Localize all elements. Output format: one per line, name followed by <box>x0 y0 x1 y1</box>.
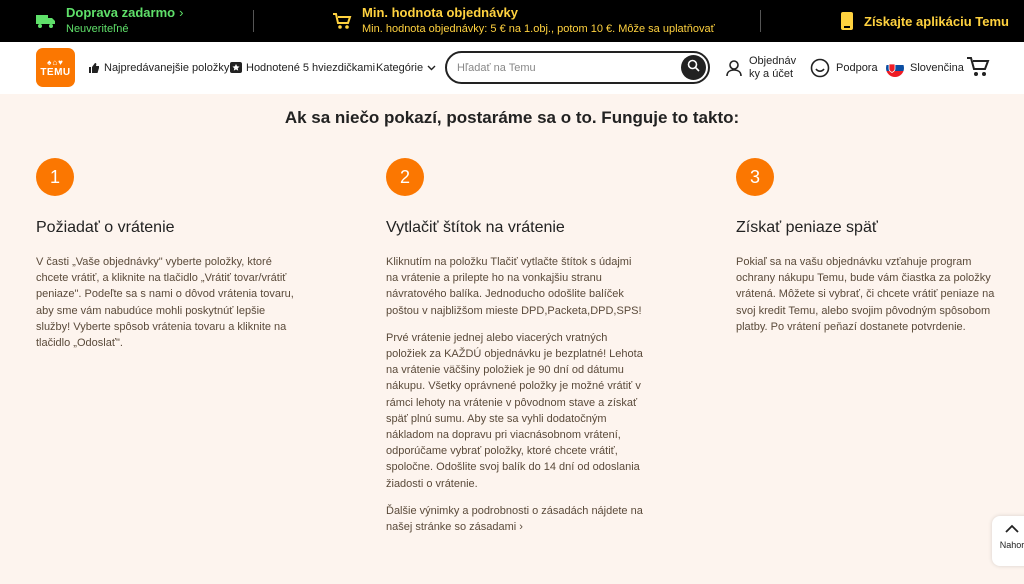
account-line1: Objednáv <box>749 55 797 67</box>
step-get-refund: 3 Získať peniaze späť Pokiaľ sa na vašu … <box>736 158 996 335</box>
free-shipping-title: Doprava zadarmo <box>66 5 176 20</box>
language-label: Slovenčina <box>910 62 964 74</box>
support-label: Podpora <box>836 62 878 74</box>
language-selector[interactable]: Slovenčina <box>885 42 964 94</box>
chat-icon <box>810 58 830 78</box>
step-body-text: V časti „Vaše objednávky" vyberte položk… <box>36 256 294 350</box>
logo-icons: ♠⌂♥ <box>47 57 64 67</box>
step-body-text: Kliknutím na položku Tlačiť vytlačte ští… <box>386 256 642 317</box>
divider <box>760 10 761 32</box>
phone-icon <box>840 11 854 31</box>
nav-categories[interactable]: Kategórie <box>376 42 440 94</box>
step-print-label: 2 Vytlačiť štítok na vrátenie Kliknutím … <box>386 158 646 535</box>
slovakia-flag-icon <box>885 58 905 78</box>
free-shipping-sub: Neuveriteľné <box>66 23 129 35</box>
thumbs-up-icon <box>88 62 100 74</box>
min-order-title: Min. hodnota objednávky <box>362 5 519 20</box>
nav-best-label: Najpredávanejšie položky <box>104 62 230 74</box>
search-button[interactable] <box>681 55 706 80</box>
step-title: Vytlačiť štítok na vrátenie <box>386 219 565 236</box>
scroll-to-top-button[interactable]: Nahor <box>992 516 1024 566</box>
nav-five-stars[interactable]: Hodnotené 5 hviezdičkami <box>230 42 375 94</box>
site-header: ♠⌂♥ TEMU Najpredávanejšie položky Hodnot… <box>0 42 1024 94</box>
min-order-promo: Min. hodnota objednávky Min. hodnota obj… <box>332 0 715 42</box>
account-line2: ky a účet <box>749 68 794 80</box>
free-shipping-promo[interactable]: Doprava zadarmo › Neuveriteľné <box>36 0 183 42</box>
chevron-right-icon: › <box>179 5 184 20</box>
nav-best-sellers[interactable]: Najpredávanejšie položky <box>88 42 229 94</box>
step-number: 1 <box>36 158 74 196</box>
policy-link[interactable]: Ďalšie výnimky a podrobnosti o zásadách … <box>386 503 646 535</box>
step-body: Kliknutím na položku Tlačiť vytlačte ští… <box>386 254 646 535</box>
cart-icon <box>332 12 352 30</box>
app-promo[interactable]: Získajte aplikáciu Temu <box>840 0 1009 42</box>
promo-bar: Doprava zadarmo › Neuveriteľné Min. hodno… <box>0 0 1024 42</box>
nav-rated-label: Hodnotené 5 hviezdičkami <box>246 62 376 74</box>
step-request-return: 1 Požiadať o vrátenie V časti „Vaše obje… <box>36 158 296 351</box>
temu-logo[interactable]: ♠⌂♥ TEMU <box>36 48 75 87</box>
step-body: Pokiaľ sa na vašu objednávku vzťahuje pr… <box>736 254 996 335</box>
step-title: Získať peniaze späť <box>736 219 878 236</box>
min-order-sub: Min. hodnota objednávky: 5 € na 1.obj., … <box>362 23 715 35</box>
scroll-to-top-label: Nahor <box>999 540 1024 550</box>
search-bar <box>445 51 710 84</box>
chevron-down-icon <box>427 65 436 71</box>
star-badge-icon <box>230 62 242 74</box>
step-number: 3 <box>736 158 774 196</box>
search-input[interactable] <box>457 59 677 77</box>
user-icon <box>725 59 743 77</box>
chevron-right-icon: › <box>519 521 523 534</box>
step-body-text: Prvé vrátenie jednej alebo viacerých vra… <box>386 331 643 490</box>
orders-account[interactable]: Objednáv ky a účet <box>725 42 796 94</box>
step-body: V časti „Vaše objednávky" vyberte položk… <box>36 254 296 351</box>
search-icon <box>687 59 700 77</box>
page-heading: Ak sa niečo pokazí, postaráme sa o to. F… <box>284 108 740 127</box>
policy-link-text: Ďalšie výnimky a podrobnosti o zásadách … <box>386 504 643 534</box>
chevron-up-icon <box>1005 524 1019 535</box>
step-number: 2 <box>386 158 424 196</box>
shopping-cart-icon <box>966 57 990 82</box>
support-link[interactable]: Podpora <box>810 42 878 94</box>
nav-categories-label: Kategórie <box>376 62 424 74</box>
divider <box>253 10 254 32</box>
truck-icon <box>36 13 56 29</box>
step-title: Požiadať o vrátenie <box>36 219 175 236</box>
logo-text: TEMU <box>40 66 71 78</box>
step-body-text: Pokiaľ sa na vašu objednávku vzťahuje pr… <box>736 256 995 333</box>
cart-button[interactable] <box>966 56 990 83</box>
app-promo-title: Získajte aplikáciu Temu <box>864 13 1009 29</box>
